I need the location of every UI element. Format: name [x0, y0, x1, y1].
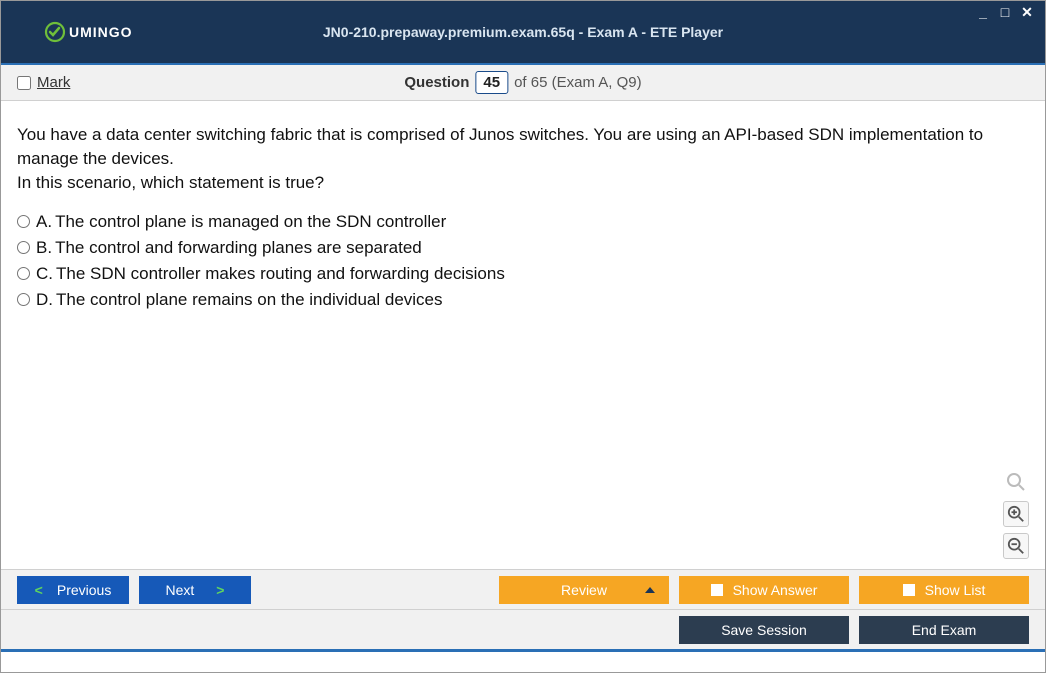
minimize-icon[interactable]: _	[975, 5, 991, 19]
review-button[interactable]: Review	[499, 576, 669, 604]
question-line-1: You have a data center switching fabric …	[17, 125, 983, 168]
end-exam-button[interactable]: End Exam	[859, 616, 1029, 644]
save-session-label: Save Session	[721, 622, 807, 638]
window-controls: _ □ ✕	[975, 5, 1035, 19]
question-of-text: of 65 (Exam A, Q9)	[514, 74, 642, 91]
zoom-out-icon[interactable]	[1003, 533, 1029, 559]
option-text: The control plane is managed on the SDN …	[55, 210, 446, 234]
bottom-accent	[1, 649, 1045, 652]
option-letter: C.	[36, 262, 53, 286]
maximize-icon[interactable]: □	[997, 5, 1013, 19]
option-letter: B.	[36, 236, 52, 260]
option-text: The control plane remains on the individ…	[56, 288, 443, 312]
question-number: 45	[475, 71, 508, 94]
option-text: The control and forwarding planes are se…	[55, 236, 422, 260]
save-session-button[interactable]: Save Session	[679, 616, 849, 644]
checkbox-icon	[711, 584, 723, 596]
answer-options: A. The control plane is managed on the S…	[17, 210, 1029, 311]
show-list-label: Show List	[925, 582, 986, 598]
option-a-radio[interactable]	[17, 215, 30, 228]
triangle-up-icon	[645, 587, 655, 593]
checkbox-icon	[903, 584, 915, 596]
question-word: Question	[404, 74, 469, 91]
option-text: The SDN controller makes routing and for…	[56, 262, 505, 286]
review-label: Review	[561, 582, 607, 598]
chevron-left-icon: <	[35, 582, 43, 598]
footer-nav: < Previous Next > Review Show Answer Sho…	[1, 569, 1045, 609]
logo-text: UMINGO	[69, 24, 133, 40]
previous-label: Previous	[57, 582, 111, 598]
close-icon[interactable]: ✕	[1019, 5, 1035, 19]
mark-checkbox[interactable]	[17, 76, 31, 90]
footer-session: Save Session End Exam	[1, 609, 1045, 649]
app-logo: UMINGO	[1, 20, 133, 44]
logo-check-icon	[43, 20, 67, 44]
title-bar: UMINGO JN0-210.prepaway.premium.exam.65q…	[1, 1, 1045, 65]
question-indicator: Question 45 of 65 (Exam A, Q9)	[404, 71, 641, 94]
zoom-tools	[1003, 469, 1029, 559]
option-b[interactable]: B. The control and forwarding planes are…	[17, 236, 1029, 260]
option-c[interactable]: C. The SDN controller makes routing and …	[17, 262, 1029, 286]
chevron-right-icon: >	[216, 582, 224, 598]
show-list-button[interactable]: Show List	[859, 576, 1029, 604]
mark-checkbox-wrap[interactable]: Mark	[17, 74, 70, 91]
end-exam-label: End Exam	[912, 622, 977, 638]
option-c-radio[interactable]	[17, 267, 30, 280]
option-a[interactable]: A. The control plane is managed on the S…	[17, 210, 1029, 234]
next-button[interactable]: Next >	[139, 576, 251, 604]
window-title: JN0-210.prepaway.premium.exam.65q - Exam…	[323, 24, 723, 40]
next-label: Next	[166, 582, 195, 598]
option-b-radio[interactable]	[17, 241, 30, 254]
show-answer-label: Show Answer	[733, 582, 818, 598]
previous-button[interactable]: < Previous	[17, 576, 129, 604]
option-letter: A.	[36, 210, 52, 234]
question-content: You have a data center switching fabric …	[1, 101, 1045, 569]
zoom-in-icon[interactable]	[1003, 501, 1029, 527]
show-answer-button[interactable]: Show Answer	[679, 576, 849, 604]
info-bar: Mark Question 45 of 65 (Exam A, Q9)	[1, 65, 1045, 101]
option-letter: D.	[36, 288, 53, 312]
question-text: You have a data center switching fabric …	[17, 123, 1029, 194]
search-icon[interactable]	[1003, 469, 1029, 495]
option-d[interactable]: D. The control plane remains on the indi…	[17, 288, 1029, 312]
option-d-radio[interactable]	[17, 293, 30, 306]
mark-label[interactable]: Mark	[37, 74, 70, 91]
question-line-2: In this scenario, which statement is tru…	[17, 173, 324, 192]
